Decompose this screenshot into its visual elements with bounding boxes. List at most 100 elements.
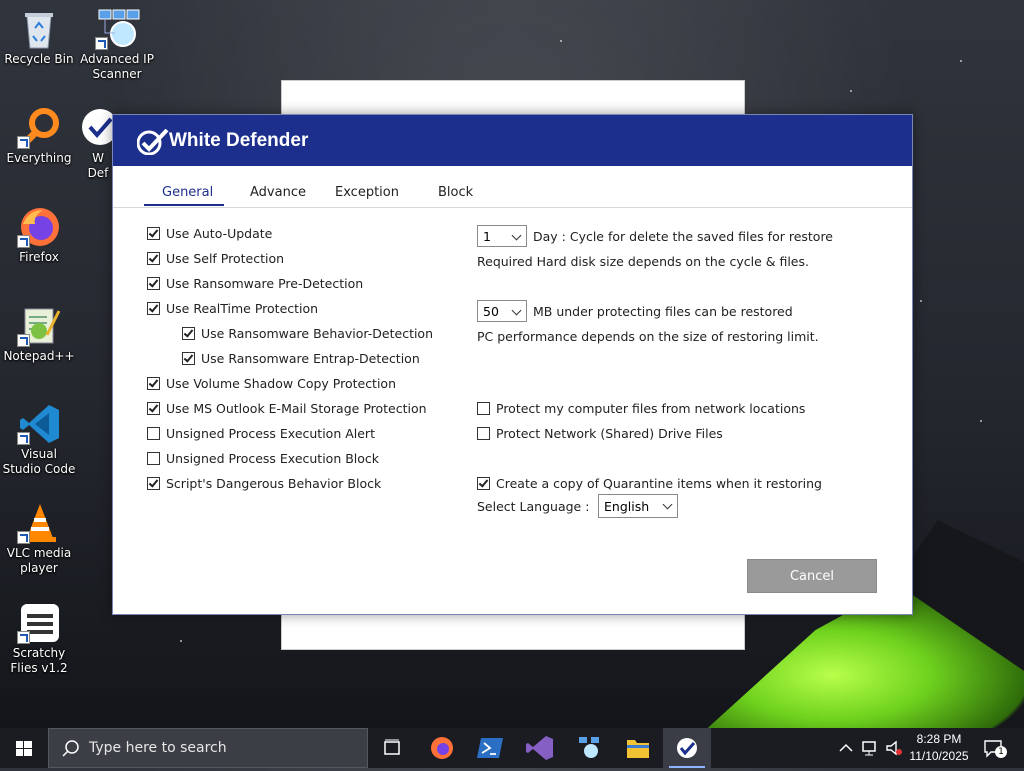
tab-block[interactable]: Block [438, 185, 473, 200]
desktop-icon-advanced-ip-scanner[interactable]: Advanced IP Scanner [79, 8, 155, 82]
option-label: Unsigned Process Execution Block [166, 450, 380, 466]
checkbox[interactable] [147, 301, 160, 315]
checkbox[interactable] [147, 426, 160, 440]
option-auto-update[interactable]: Use Auto-Update [147, 224, 272, 242]
desktop-icon-recycle-bin[interactable]: Recycle Bin [1, 8, 77, 67]
checkbox[interactable] [477, 401, 490, 415]
checkbox[interactable] [147, 401, 160, 415]
system-clock[interactable]: 8:28 PM 11/10/2025 [906, 731, 972, 765]
desktop-icon-everything[interactable]: Everything [1, 107, 77, 166]
desktop-icon-label: Firefox [19, 250, 59, 264]
option-protect-shared-drive[interactable]: Protect Network (Shared) Drive Files [477, 424, 723, 442]
option-quarantine-copy[interactable]: Create a copy of Quarantine items when i… [477, 474, 822, 492]
language-select[interactable]: English [598, 494, 678, 518]
shortcut-arrow-icon [17, 136, 30, 149]
cycle-days-select[interactable]: 1 [477, 225, 527, 247]
option-label: Protect Network (Shared) Drive Files [496, 425, 723, 441]
option-ransomware-entrap-detection[interactable]: Use Ransomware Entrap-Detection [182, 349, 420, 367]
task-view-icon [384, 739, 400, 755]
taskbar-advanced-ip-scanner[interactable] [565, 728, 613, 768]
taskbar-firefox[interactable] [418, 728, 466, 768]
desktop-icon-white-defender[interactable]: W Def [80, 107, 116, 181]
checkbox[interactable] [147, 476, 160, 490]
start-button[interactable] [0, 728, 48, 768]
powershell-icon [477, 738, 503, 758]
checkbox[interactable] [147, 451, 160, 465]
volume-tray-icon[interactable] [884, 738, 904, 761]
visual-studio-icon [526, 736, 553, 760]
taskbar: Type here to search 8:28 PM 11/10/2025 1 [0, 728, 1024, 768]
notification-center-button[interactable]: 1 [982, 738, 1008, 760]
checkbox[interactable] [147, 276, 160, 290]
chevron-down-icon [511, 230, 522, 241]
chevron-down-icon [662, 499, 673, 510]
option-script-behavior-block[interactable]: Script's Dangerous Behavior Block [147, 474, 381, 492]
shortcut-arrow-icon [17, 334, 30, 347]
taskbar-file-explorer[interactable] [614, 728, 662, 768]
dialog-titlebar[interactable]: White Defender [113, 115, 912, 166]
desktop-icon-scratchy-flies[interactable]: Scratchy Flies v1.2 [1, 602, 77, 676]
desktop-icon-firefox[interactable]: Firefox [1, 206, 77, 265]
select-value: 1 [483, 228, 491, 244]
option-label: Use RealTime Protection [166, 300, 319, 316]
taskbar-visual-studio[interactable] [516, 728, 564, 768]
option-outlook-email-protection[interactable]: Use MS Outlook E-Mail Storage Protection [147, 399, 427, 417]
checkbox[interactable] [477, 476, 490, 490]
chevron-up-icon [839, 743, 853, 752]
network-tray-icon[interactable] [860, 738, 880, 761]
taskbar-white-defender[interactable] [663, 728, 711, 768]
option-realtime-protection[interactable]: Use RealTime Protection [147, 299, 318, 317]
checkbox[interactable] [147, 376, 160, 390]
notepad-plus-plus-icon [17, 305, 61, 347]
checkbox[interactable] [182, 326, 195, 340]
windows-logo-icon [16, 741, 32, 756]
network-scanner-icon [579, 737, 599, 758]
desktop-icon-label: W Def [87, 151, 109, 180]
show-hidden-icons-chevron[interactable] [836, 738, 856, 761]
search-placeholder: Type here to search [89, 740, 227, 756]
checkbox[interactable] [147, 226, 160, 240]
option-ransomware-behavior-detection[interactable]: Use Ransomware Behavior-Detection [182, 324, 433, 342]
firefox-icon [17, 206, 59, 248]
cancel-button[interactable]: Cancel [747, 559, 877, 593]
checkbox[interactable] [182, 351, 195, 365]
tab-exception[interactable]: Exception [335, 185, 399, 200]
option-label: Use Ransomware Pre-Detection [166, 275, 364, 291]
option-self-protection[interactable]: Use Self Protection [147, 249, 284, 267]
taskbar-search-box[interactable]: Type here to search [48, 728, 368, 768]
option-protect-network-locations[interactable]: Protect my computer files from network l… [477, 399, 805, 417]
desktop-icon-label: Scratchy Flies v1.2 [10, 646, 68, 675]
desktop-icon-notepad-plus-plus[interactable]: Notepad++ [1, 305, 77, 364]
desktop-icon-label: VLC media player [6, 546, 72, 575]
taskbar-powershell[interactable] [467, 728, 515, 768]
checkbox[interactable] [147, 251, 160, 265]
checkbox[interactable] [477, 426, 490, 440]
option-label: Use Auto-Update [166, 225, 273, 241]
shortcut-arrow-icon [17, 531, 30, 544]
task-view-button[interactable] [368, 728, 416, 768]
desktop-icon-label: Recycle Bin [4, 52, 74, 66]
dialog-title: White Defender [169, 130, 309, 151]
desktop-icon-label: Notepad++ [3, 349, 75, 363]
option-label: Protect my computer files from network l… [496, 400, 806, 416]
cycle-description: Day : Cycle for delete the saved files f… [533, 229, 833, 244]
desktop-icon-vscode[interactable]: Visual Studio Code [1, 403, 77, 477]
shortcut-arrow-icon [17, 235, 30, 248]
network-scanner-icon [95, 8, 140, 50]
clock-date: 11/10/2025 [909, 749, 969, 763]
option-label: Unsigned Process Execution Alert [166, 425, 375, 441]
vscode-icon [17, 403, 59, 445]
restore-size-select[interactable]: 50 [477, 300, 527, 322]
shortcut-arrow-icon [17, 631, 30, 644]
size-note: PC performance depends on the size of re… [477, 329, 819, 344]
option-label: Use Volume Shadow Copy Protection [166, 375, 397, 391]
desktop-icon-vlc[interactable]: VLC media player [1, 502, 77, 576]
option-volume-shadow-copy[interactable]: Use Volume Shadow Copy Protection [147, 374, 396, 392]
recycle-bin-icon [19, 8, 59, 49]
tab-advance[interactable]: Advance [250, 185, 306, 200]
option-unsigned-process-alert[interactable]: Unsigned Process Execution Alert [147, 424, 375, 442]
option-unsigned-process-block[interactable]: Unsigned Process Execution Block [147, 449, 379, 467]
tab-general[interactable]: General [162, 185, 213, 200]
white-defender-icon [677, 738, 697, 758]
option-ransomware-pre-detection[interactable]: Use Ransomware Pre-Detection [147, 274, 363, 292]
